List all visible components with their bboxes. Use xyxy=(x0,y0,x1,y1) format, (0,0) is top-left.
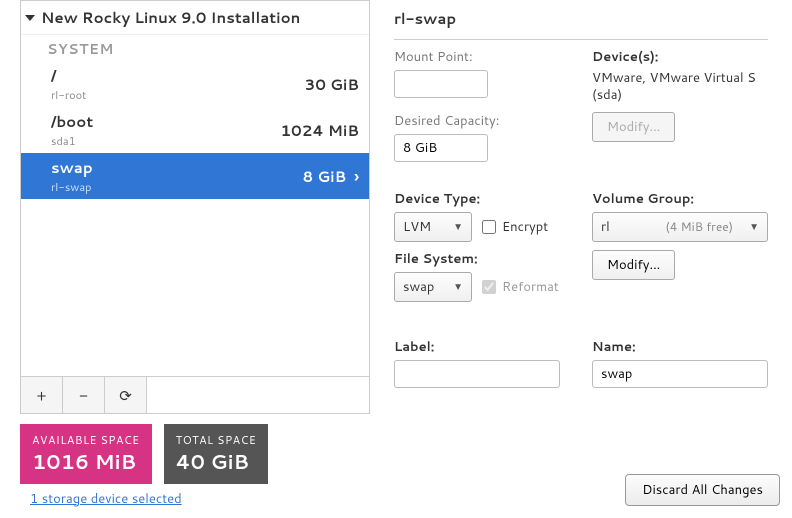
chevron-right-icon: › xyxy=(354,165,359,188)
partition-device: rl-swap xyxy=(51,179,93,195)
partition-mount: /boot xyxy=(51,111,93,132)
device-type-select[interactable]: LVM ▼ xyxy=(394,212,472,242)
partition-row[interactable]: /rl-root 30 GiB xyxy=(21,61,369,107)
available-space-stat: AVAILABLE SPACE 1016 MiB xyxy=(20,424,152,484)
encrypt-checkbox-wrap[interactable]: Encrypt xyxy=(482,218,548,236)
volume-group-select[interactable]: rl (4 MiB free) ▼ xyxy=(592,212,768,242)
reformat-checkbox-wrap: Reformat xyxy=(482,278,559,296)
partition-row[interactable]: swaprl-swap 8 GiB › xyxy=(21,153,369,199)
partition-title: rl-swap xyxy=(394,0,768,40)
partition-device: sda1 xyxy=(51,133,93,149)
volume-group-label: Volume Group: xyxy=(592,190,768,208)
devices-label: Device(s): xyxy=(592,48,768,66)
partition-size: 1024 MiB xyxy=(280,120,359,141)
label-label: Label: xyxy=(394,338,592,356)
partition-row[interactable]: /bootsda1 1024 MiB xyxy=(21,107,369,153)
partition-size: 8 GiB xyxy=(303,166,347,187)
devices-value: VMware, VMware Virtual S (sda) xyxy=(592,70,768,104)
system-section-label: SYSTEM xyxy=(21,35,369,61)
add-partition-button[interactable]: + xyxy=(21,377,63,413)
total-space-stat: TOTAL SPACE 40 GiB xyxy=(164,424,269,484)
modify-vg-button[interactable]: Modify... xyxy=(592,250,675,280)
partition-action-row: + − ⟳ xyxy=(21,376,369,413)
modify-devices-button: Modify... xyxy=(592,112,675,142)
desired-capacity-input[interactable] xyxy=(394,134,488,162)
partition-list: /rl-root 30 GiB/bootsda1 1024 MiB swaprl-sw… xyxy=(21,61,369,376)
caret-down-icon: ▼ xyxy=(453,280,463,294)
encrypt-checkbox[interactable] xyxy=(482,220,496,234)
partition-sidebar: New Rocky Linux 9.0 Installation SYSTEM … xyxy=(20,0,370,414)
device-type-label: Device Type: xyxy=(394,190,592,208)
caret-down-icon: ▼ xyxy=(749,220,759,234)
mount-point-label: Mount Point: xyxy=(394,48,592,66)
reload-button[interactable]: ⟳ xyxy=(105,377,147,413)
partition-mount: swap xyxy=(51,157,93,178)
caret-down-icon: ▼ xyxy=(453,220,463,234)
installation-title: New Rocky Linux 9.0 Installation xyxy=(41,7,300,28)
name-input[interactable] xyxy=(592,360,768,388)
reformat-checkbox xyxy=(482,280,496,294)
triangle-down-icon xyxy=(25,15,35,21)
desired-capacity-label: Desired Capacity: xyxy=(394,112,592,130)
reload-icon: ⟳ xyxy=(119,385,132,406)
discard-changes-button[interactable]: Discard All Changes xyxy=(625,474,780,506)
space-stats: AVAILABLE SPACE 1016 MiB TOTAL SPACE 40 … xyxy=(20,424,268,484)
installation-header[interactable]: New Rocky Linux 9.0 Installation xyxy=(21,1,369,35)
file-system-select[interactable]: swap ▼ xyxy=(394,272,472,302)
partition-device: rl-root xyxy=(51,87,86,103)
name-label: Name: xyxy=(592,338,768,356)
partition-details-panel: rl-swap Mount Point: Device(s): VMware, … xyxy=(370,0,792,414)
minus-icon: − xyxy=(79,385,88,406)
remove-partition-button[interactable]: − xyxy=(63,377,105,413)
partition-size: 30 GiB xyxy=(305,74,359,95)
storage-devices-link[interactable]: 1 storage device selected xyxy=(30,490,182,508)
partition-mount: / xyxy=(51,65,86,86)
file-system-label: File System: xyxy=(394,250,592,268)
label-input[interactable] xyxy=(394,360,560,388)
mount-point-input[interactable] xyxy=(394,70,488,98)
plus-icon: + xyxy=(36,385,46,406)
